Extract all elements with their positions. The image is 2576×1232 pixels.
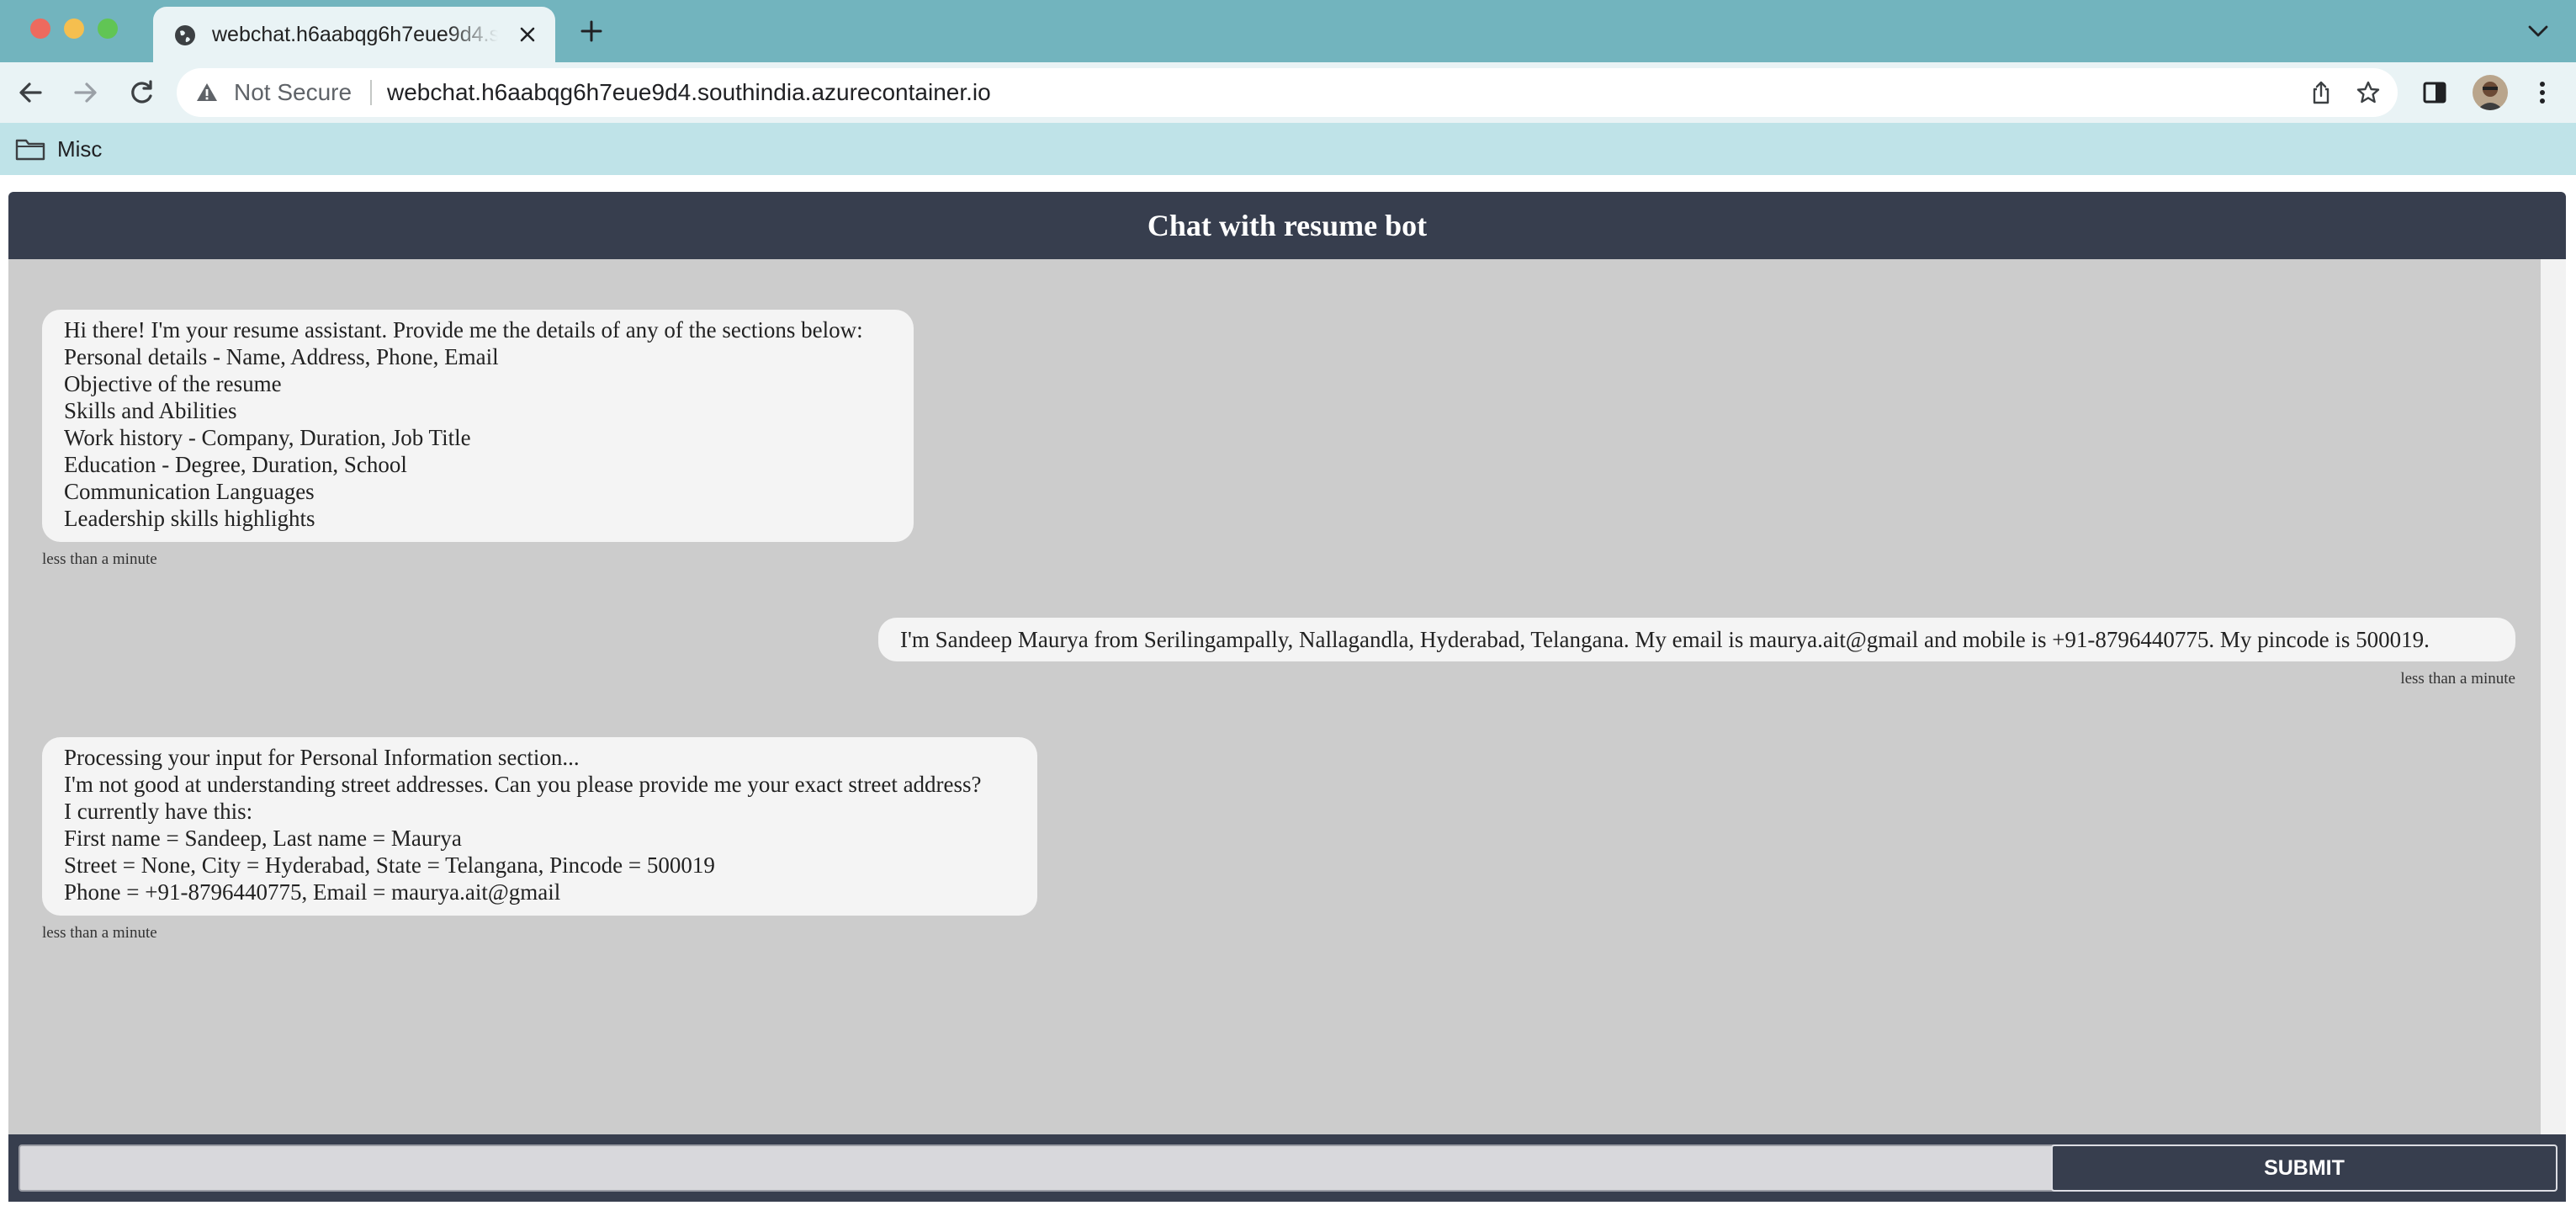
chat-header: Chat with resume bot [8,192,2566,259]
bot-message: Processing your input for Personal Infor… [42,737,1037,943]
message-line: Education - Degree, Duration, School [64,452,407,477]
globe-icon [175,25,195,45]
back-arrow-icon[interactable] [15,77,45,108]
message-line: I'm Sandeep Maurya from Serilingampally,… [900,627,2430,652]
message-line: I currently have this: [64,799,253,824]
chat-scrollbar[interactable] [2541,259,2566,1134]
url-divider [370,80,372,105]
web-page: Chat with resume bot Hi there! I'm your … [0,175,2576,1232]
bot-message-bubble: Hi there! I'm your resume assistant. Pro… [42,310,914,542]
message-line: First name = Sandeep, Last name = Maurya [64,826,462,851]
folder-icon [15,139,45,161]
chat-title: Chat with resume bot [1147,209,1428,242]
maximize-window-button[interactable] [98,19,118,39]
browser-tab[interactable]: webchat.h6aabqg6h7eue9d4.southindia.azur… [153,7,555,62]
message-line: Work history - Company, Duration, Job Ti… [64,425,471,450]
more-menu-icon[interactable] [2529,79,2556,106]
bookmark-folder-misc[interactable]: Misc [15,131,102,167]
reload-icon[interactable] [126,77,156,108]
message-timestamp: less than a minute [42,550,157,568]
browser-tab-strip: webchat.h6aabqg6h7eue9d4.southindia.azur… [0,0,2576,62]
tab-title: webchat.h6aabqg6h7eue9d4.southindia.azur… [212,23,498,46]
bot-message-bubble: Processing your input for Personal Infor… [42,737,1037,916]
close-tab-icon[interactable] [517,24,538,45]
message-input[interactable] [19,1144,2058,1192]
message-timestamp: less than a minute [42,924,157,942]
message-line: Objective of the resume [64,371,282,396]
forward-arrow-icon[interactable] [71,77,101,108]
bookmarks-bar: Misc [0,123,2576,175]
chevron-down-icon[interactable] [2527,24,2549,39]
warning-icon[interactable] [195,81,219,104]
bot-message: Hi there! I'm your resume assistant. Pro… [42,310,914,569]
close-window-button[interactable] [30,19,50,39]
message-timestamp: less than a minute [2400,670,2515,688]
browser-toolbar: Not Secure webchat.h6aabqg6h7eue9d4.sout… [0,62,2576,123]
profile-avatar[interactable] [2473,75,2508,110]
message-line: Phone = +91-8796440775, Email = maurya.a… [64,879,561,905]
message-line: Skills and Abilities [64,398,237,423]
message-line: Processing your input for Personal Infor… [64,745,580,770]
submit-button[interactable]: SUBMIT [2051,1144,2557,1192]
side-panel-icon[interactable] [2421,79,2448,106]
address-bar[interactable]: Not Secure webchat.h6aabqg6h7eue9d4.sout… [177,68,2398,117]
message-line: Personal details - Name, Address, Phone,… [64,344,499,369]
security-status[interactable]: Not Secure [234,68,352,117]
message-line: Street = None, City = Hyderabad, State =… [64,852,715,878]
url-text[interactable]: webchat.h6aabqg6h7eue9d4.southindia.azur… [387,68,991,117]
message-line: I'm not good at understanding street add… [64,772,982,797]
user-message: I'm Sandeep Maurya from Serilingampally,… [878,618,2515,688]
share-icon[interactable] [2308,80,2334,105]
message-line: Leadership skills highlights [64,506,315,531]
new-tab-icon[interactable] [579,19,604,44]
message-line: Hi there! I'm your resume assistant. Pro… [64,317,863,343]
message-line: Communication Languages [64,479,315,504]
user-message-bubble: I'm Sandeep Maurya from Serilingampally,… [878,618,2515,661]
bookmark-label: Misc [57,135,103,162]
bookmark-star-icon[interactable] [2356,80,2381,105]
profile-photo [2473,75,2508,110]
page-bottom-margin [0,1202,2576,1232]
minimize-window-button[interactable] [64,19,84,39]
chat-messages[interactable]: Hi there! I'm your resume assistant. Pro… [8,259,2541,1134]
chat-input-bar: SUBMIT [8,1134,2566,1202]
